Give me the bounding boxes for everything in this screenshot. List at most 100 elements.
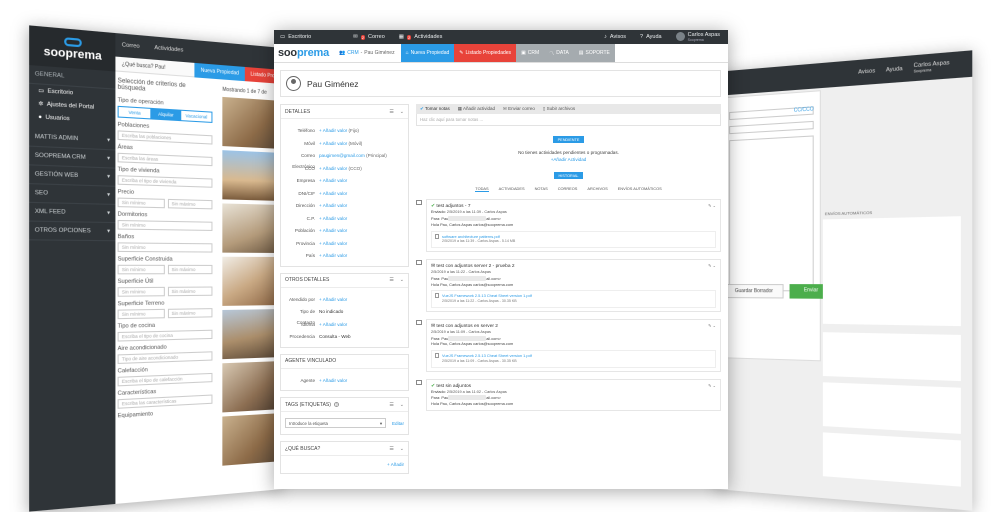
attachment[interactable]: software architecture patterns.pdf 2/5/20… bbox=[431, 230, 716, 248]
soporte-button[interactable]: ▤ SOPORTE bbox=[573, 44, 615, 62]
filter-todas[interactable]: TODAS bbox=[475, 186, 489, 192]
topbar-actividades[interactable]: ▦ 2 Actividades bbox=[399, 34, 443, 40]
history-card[interactable]: ✉ test con adjuntos en server 2 ✎ ⌄ 2/5/2… bbox=[426, 318, 721, 372]
source-value[interactable]: Consulta - Web bbox=[319, 331, 408, 344]
chevron-down-icon[interactable]: ⌄ bbox=[713, 323, 716, 328]
tab-archivos[interactable]: ▯ Subir archivos bbox=[543, 106, 575, 112]
subject-input[interactable] bbox=[729, 120, 814, 135]
menu-icon[interactable]: ☰ bbox=[389, 277, 393, 283]
add-value-link[interactable]: + Añadir valor bbox=[319, 175, 408, 188]
max-select[interactable]: Sin máximo bbox=[167, 286, 213, 297]
banos-select[interactable]: Sin mínimo bbox=[117, 242, 213, 253]
cc-link[interactable]: CC/CCO bbox=[794, 106, 814, 114]
body-editor[interactable] bbox=[729, 135, 814, 292]
max-select[interactable]: Sin máximo bbox=[167, 308, 213, 319]
chevron-down-icon[interactable]: ⌄ bbox=[400, 402, 404, 408]
pin-icon[interactable]: ✎ bbox=[708, 323, 711, 328]
add-value-link[interactable]: + Añadir valor bbox=[319, 128, 347, 133]
chevron-down-icon[interactable]: ⌄ bbox=[400, 277, 404, 283]
op-vacacional[interactable]: Vacacional bbox=[181, 111, 211, 122]
filter-envios[interactable]: ENVÍOS AUTOMÁTICOS bbox=[618, 186, 662, 192]
op-venta[interactable]: Venta bbox=[119, 107, 151, 118]
add-wants-link[interactable]: + Añadir bbox=[281, 456, 408, 473]
sidebar-group[interactable]: OTROS OPCIONES ▾ bbox=[29, 221, 116, 242]
attachment[interactable]: VueJS Framework 2.5.13 Cheat Sheet versi… bbox=[431, 350, 716, 368]
crm-button[interactable]: ▣ CRM bbox=[516, 44, 545, 62]
pin-icon[interactable]: ✎ bbox=[708, 203, 711, 208]
contact-type-value[interactable]: No indicado bbox=[319, 306, 408, 319]
dorm-select[interactable]: Sin mínimo bbox=[117, 219, 213, 231]
add-value-link[interactable]: + Añadir valor bbox=[319, 213, 408, 226]
chevron-down-icon[interactable]: ⌄ bbox=[400, 446, 404, 452]
add-value-link[interactable]: + Añadir valor bbox=[319, 319, 408, 332]
menu-icon[interactable]: ☰ bbox=[389, 109, 393, 115]
add-value-link[interactable]: + Añadir valor bbox=[319, 188, 408, 201]
crumb-crm[interactable]: CRM bbox=[347, 50, 358, 56]
chevron-down-icon[interactable]: ⌄ bbox=[400, 109, 404, 115]
topbar-avisos[interactable]: ♪ Avisos bbox=[604, 34, 626, 40]
note-input[interactable]: Haz clic aquí para tomar notas ... bbox=[416, 114, 721, 126]
chevron-down-icon[interactable]: ⌄ bbox=[713, 383, 716, 388]
sidebar-group[interactable]: SEO ▾ bbox=[29, 184, 116, 205]
min-select[interactable]: Sin mínimo bbox=[117, 286, 165, 297]
add-value-link[interactable]: + Añadir valor bbox=[319, 250, 408, 263]
right-avisos[interactable]: Avisos bbox=[858, 68, 875, 76]
field-input[interactable]: Escriba el tipo de calefacción bbox=[117, 372, 213, 387]
add-activity-link[interactable]: +Añadir Actividad bbox=[416, 157, 721, 162]
edit-tags-link[interactable]: Editar bbox=[392, 421, 404, 426]
attachment[interactable]: VueJS Framework 2.5.13 Cheat Sheet versi… bbox=[431, 290, 716, 308]
history-card[interactable]: ✔ test adjuntos - 7 ✎ ⌄ Enviado: 2/5/2019… bbox=[426, 199, 721, 252]
save-draft-button[interactable]: Guardar Borrador bbox=[724, 284, 784, 299]
op-alquilar[interactable]: Alquilar bbox=[150, 108, 182, 121]
filter-actividades[interactable]: ACTIVIDADES bbox=[499, 186, 525, 192]
min-select[interactable]: Sin mínimo bbox=[117, 197, 165, 209]
history-card[interactable]: ✉ test con adjuntos server 2 - prueba 2 ✎… bbox=[426, 258, 721, 312]
left-search-label[interactable]: ¿Qué busca? Pau! bbox=[115, 60, 194, 72]
field-input[interactable]: Escriba el tipo de cocina bbox=[117, 329, 213, 342]
data-button[interactable]: 〽 DATA bbox=[544, 44, 574, 62]
max-select[interactable]: Sin máximo bbox=[167, 198, 213, 210]
chevron-down-icon[interactable]: ⌄ bbox=[713, 263, 716, 268]
right-user[interactable]: Carlos Aspas Sooprema bbox=[914, 59, 950, 74]
history-card[interactable]: ✔ test sin adjuntos ✎ ⌄ Enviado: 2/5/2019… bbox=[426, 378, 721, 412]
topbar-correo[interactable]: ✉ 2 Correo bbox=[353, 34, 385, 40]
tab-correo[interactable]: ✉ Enviar correo bbox=[503, 106, 535, 112]
filter-archivos[interactable]: ARCHIVOS bbox=[587, 186, 607, 192]
field-input[interactable]: Escriba las características bbox=[117, 394, 213, 409]
add-value-link[interactable]: + Añadir valor bbox=[319, 375, 408, 388]
new-property-button[interactable]: ⌂ Nueva Propiedad bbox=[400, 44, 455, 62]
sooprema-logo[interactable]: sooprema bbox=[274, 44, 333, 62]
add-value-link[interactable]: + Añadir valor bbox=[319, 200, 408, 213]
pin-icon[interactable]: ✎ bbox=[708, 263, 711, 268]
tab-actividad[interactable]: ▦ Añadir actividad bbox=[458, 106, 495, 112]
menu-icon[interactable]: ☰ bbox=[389, 446, 393, 452]
min-select[interactable]: Sin mínimo bbox=[117, 308, 165, 320]
add-value-link[interactable]: + Añadir valor bbox=[319, 166, 347, 171]
user-menu[interactable]: Carlos Aspas Sooprema bbox=[675, 32, 720, 42]
left-actividades[interactable]: Actividades bbox=[154, 45, 183, 54]
tab-notas[interactable]: ✔ Tomar notas bbox=[420, 106, 450, 112]
topbar-escritorio[interactable]: ▭ Escritorio bbox=[280, 34, 311, 40]
chevron-down-icon[interactable]: ⌄ bbox=[713, 203, 716, 208]
filter-correos[interactable]: CORREOS bbox=[558, 186, 578, 192]
field-input[interactable]: Escriba las áreas bbox=[117, 152, 213, 167]
max-select[interactable]: Sin máximo bbox=[167, 264, 213, 275]
pin-icon[interactable]: ✎ bbox=[708, 383, 711, 388]
sidebar-group[interactable]: XML FEED ▾ bbox=[29, 202, 116, 224]
filter-notas[interactable]: NOTAS bbox=[535, 186, 548, 192]
add-value-link[interactable]: + Añadir valor bbox=[319, 238, 408, 251]
left-correo[interactable]: Correo bbox=[122, 42, 140, 50]
tag-select[interactable]: Introduce la etiqueta ▾ bbox=[285, 418, 386, 428]
topbar-ayuda[interactable]: ? Ayuda bbox=[640, 34, 662, 40]
add-value-link[interactable]: + Añadir valor bbox=[319, 225, 408, 238]
field-input[interactable]: Escriba el tipo de vivienda bbox=[117, 175, 213, 188]
property-list-button[interactable]: ✎ Listado Propiedades bbox=[454, 44, 517, 62]
menu-icon[interactable]: ☰ bbox=[389, 402, 393, 408]
add-value-link[interactable]: + Añadir valor bbox=[319, 141, 347, 146]
help-icon[interactable]: ? bbox=[333, 402, 339, 407]
right-ayuda[interactable]: Ayuda bbox=[886, 66, 903, 74]
field-input[interactable]: Tipo de aire acondicionado bbox=[117, 351, 213, 364]
left-tab-nueva[interactable]: Nueva Propiedad bbox=[194, 62, 245, 81]
min-select[interactable]: Sin mínimo bbox=[117, 264, 165, 275]
add-value-link[interactable]: + Añadir valor bbox=[319, 294, 408, 307]
